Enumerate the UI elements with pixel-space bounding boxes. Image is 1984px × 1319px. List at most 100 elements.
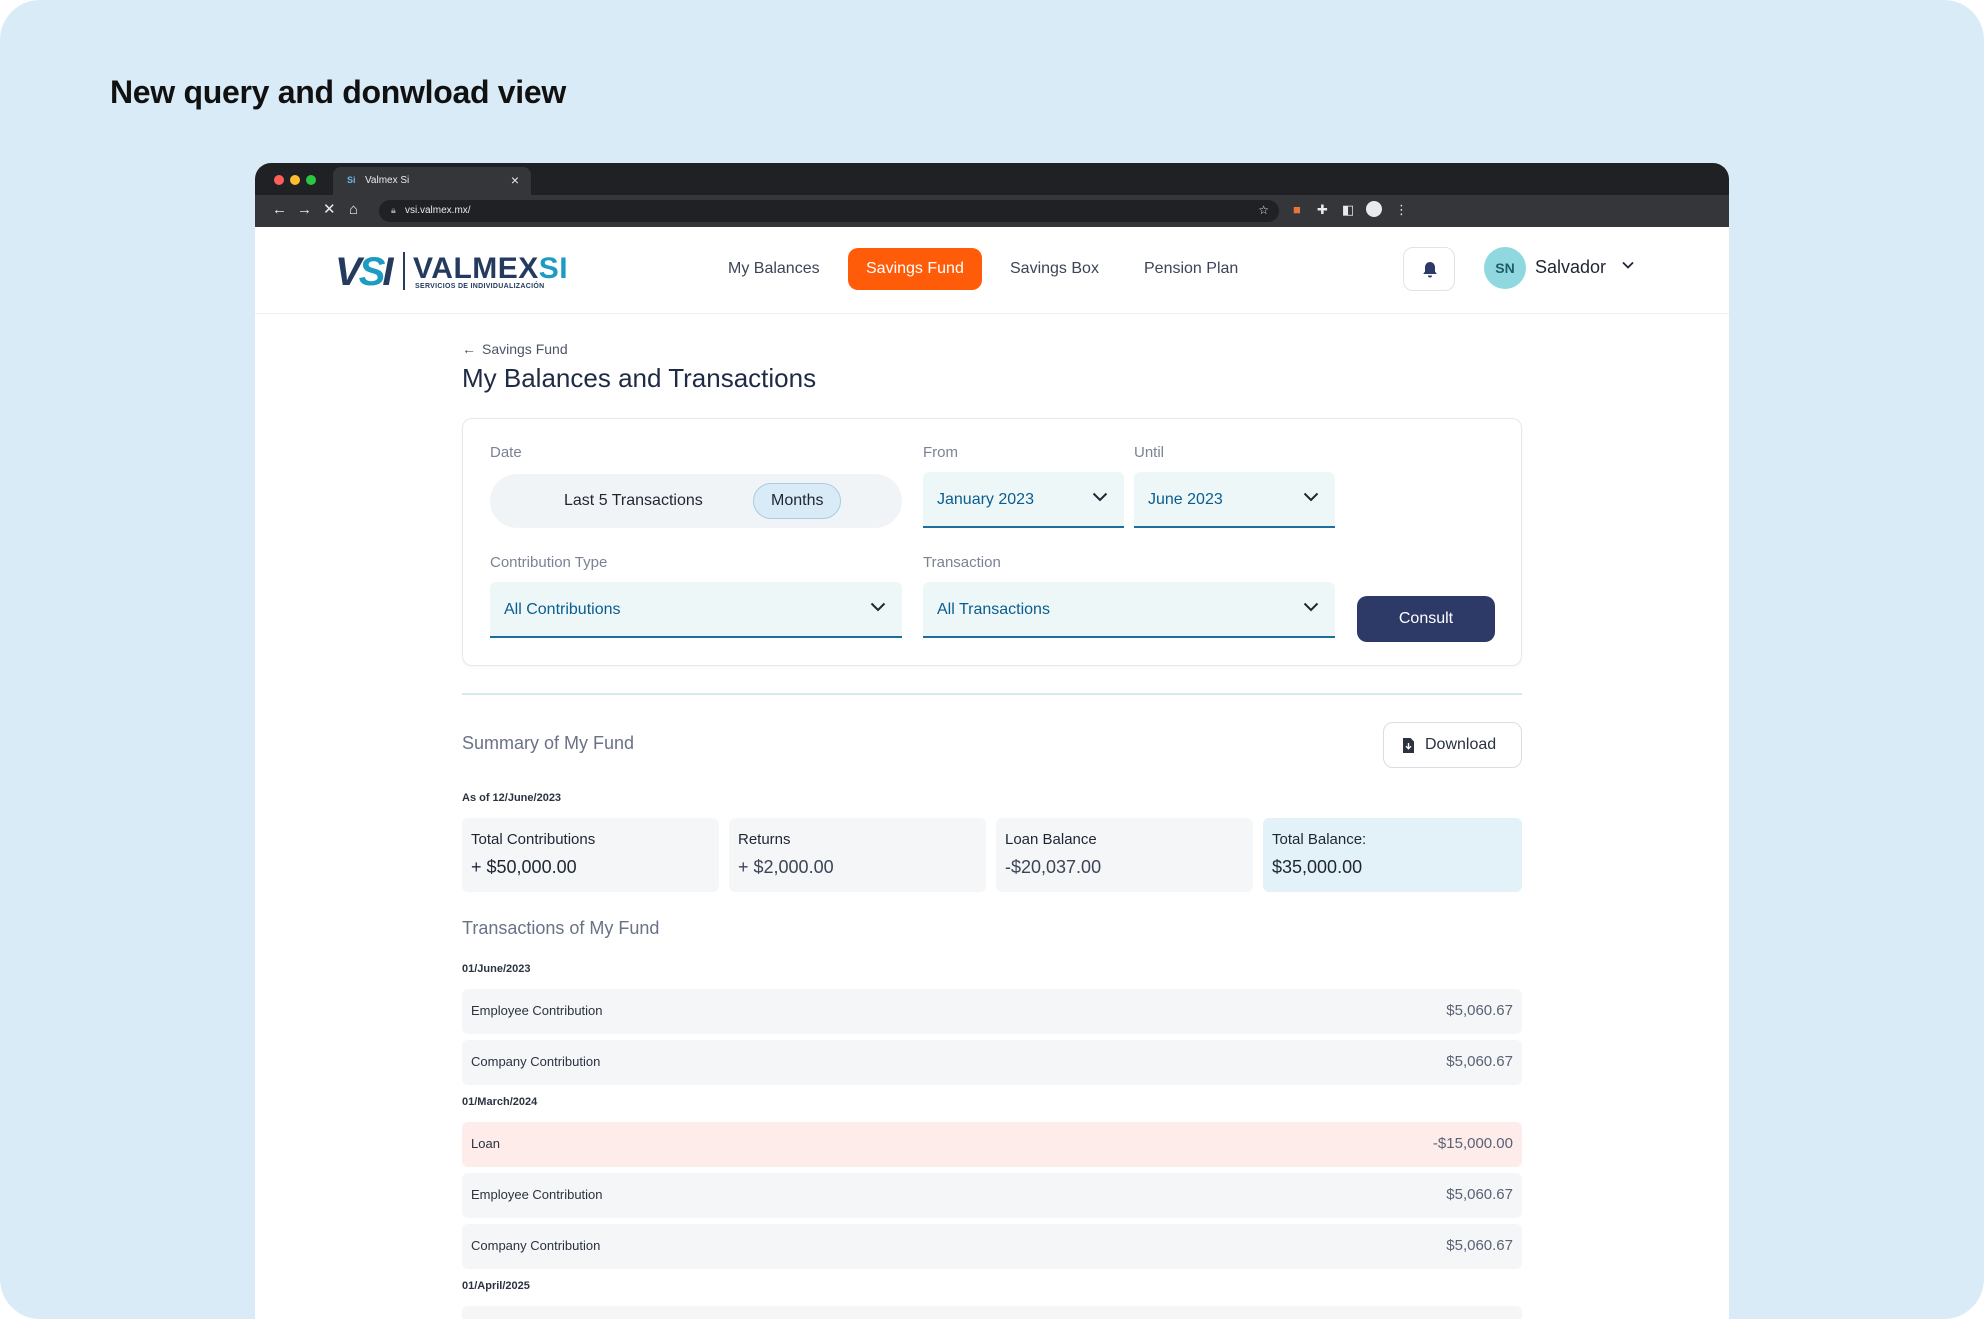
transaction-name: Company Contribution xyxy=(471,1054,601,1069)
browser-tab[interactable]: Si Valmex Si × xyxy=(333,167,531,195)
card-value: + $50,000.00 xyxy=(471,857,577,877)
breadcrumb-back-link[interactable]: ← Savings Fund xyxy=(462,341,568,357)
card-value: -$20,037.00 xyxy=(1005,857,1102,877)
transaction-amount: $5,060.67 xyxy=(1446,1002,1513,1019)
user-avatar[interactable]: SN xyxy=(1484,247,1526,289)
until-label: Until xyxy=(1134,444,1165,461)
card-label: Loan Balance xyxy=(1005,831,1097,848)
nav-savings-box[interactable]: Savings Box xyxy=(1010,260,1099,278)
card-value: $35,000.00 xyxy=(1272,857,1363,877)
transaction-row-loan[interactable]: Loan -$15,000.00 xyxy=(462,1122,1522,1167)
transaction-select[interactable]: All Transactions xyxy=(923,582,1335,638)
logo-mark: VSI xyxy=(335,250,393,294)
transaction-amount: $5,060.67 xyxy=(1446,1237,1513,1254)
logo-tagline: SERVICIOS DE INDIVIDUALIZACIÓN xyxy=(415,283,545,290)
back-arrow-icon: ← xyxy=(462,341,476,357)
transaction-name: Loan xyxy=(471,1136,500,1151)
card-value: + $2,000.00 xyxy=(738,857,834,877)
back-arrow-icon[interactable]: ← xyxy=(272,201,287,219)
transaction-row[interactable]: Employee Contribution $5,060.67 xyxy=(462,1173,1522,1218)
contribution-type-select[interactable]: All Contributions xyxy=(490,582,902,638)
card-label: Total Balance: xyxy=(1272,831,1367,848)
home-icon[interactable]: ⌂ xyxy=(349,201,358,219)
from-value: January 2023 xyxy=(937,491,1034,508)
maximize-window-dot[interactable] xyxy=(306,175,316,185)
transaction-label: Transaction xyxy=(923,554,1001,571)
favicon-icon: Si xyxy=(347,175,356,185)
bell-icon xyxy=(1423,262,1437,278)
until-value: June 2023 xyxy=(1148,491,1223,508)
transaction-row[interactable]: Company Contribution $5,060.67 xyxy=(462,1224,1522,1269)
transactions-title: Transactions of My Fund xyxy=(462,918,660,938)
address-bar[interactable]: 🔒︎ vsi.valmex.mx/ ☆ xyxy=(379,200,1279,222)
browser-window: Si Valmex Si × ← → ✕ ⌂ 🔒︎ vsi.valmex.mx/… xyxy=(255,163,1729,1319)
transaction-amount: -$15,000.00 xyxy=(1432,1135,1513,1152)
transaction-value: All Transactions xyxy=(937,601,1050,618)
summary-card-total-contributions: Total Contributions + $50,000.00 xyxy=(462,818,719,892)
summary-card-returns: Returns + $2,000.00 xyxy=(729,818,986,892)
transaction-name: Employee Contribution xyxy=(471,1003,603,1018)
transaction-name: Employee Contribution xyxy=(471,1187,603,1202)
nav-pension-plan[interactable]: Pension Plan xyxy=(1144,260,1238,278)
option-last-5-transactions[interactable]: Last 5 Transactions xyxy=(564,492,703,510)
side-panel-icon[interactable]: ◧ xyxy=(1342,203,1354,217)
logo-divider xyxy=(403,252,405,290)
close-window-dot[interactable] xyxy=(274,175,284,185)
lock-icon: 🔒︎ xyxy=(391,205,396,215)
forward-arrow-icon[interactable]: → xyxy=(297,201,312,219)
transaction-name: Company Contribution xyxy=(471,1238,601,1253)
option-months[interactable]: Months xyxy=(753,483,842,519)
browser-menu-icon[interactable]: ⋮ xyxy=(1395,203,1408,217)
extensions-puzzle-icon[interactable]: ✚ xyxy=(1317,203,1328,217)
user-name[interactable]: Salvador xyxy=(1535,257,1606,278)
url-text: vsi.valmex.mx/ xyxy=(405,205,471,216)
slide-heading: New query and donwload view xyxy=(110,74,566,110)
date-label: Date xyxy=(490,444,522,461)
download-button[interactable]: Download xyxy=(1383,722,1522,768)
logo-wordmark: VALMEXSI xyxy=(413,252,569,285)
from-month-select[interactable]: January 2023 xyxy=(923,472,1124,528)
until-month-select[interactable]: June 2023 xyxy=(1134,472,1335,528)
transaction-row[interactable]: Employee Contribution $5,060.67 xyxy=(462,989,1522,1034)
transaction-amount: $5,060.67 xyxy=(1446,1053,1513,1070)
consult-button[interactable]: Consult xyxy=(1357,596,1495,642)
bookmark-star-icon[interactable]: ☆ xyxy=(1258,203,1269,217)
transaction-amount: $5,060.67 xyxy=(1446,1186,1513,1203)
contribution-type-value: All Contributions xyxy=(504,601,621,618)
transaction-group-date: 01/March/2024 xyxy=(462,1096,538,1108)
card-label: Returns xyxy=(738,831,791,848)
browser-toolbar: ← → ✕ ⌂ 🔒︎ vsi.valmex.mx/ ☆ ■ ✚ ◧ ⋮ xyxy=(255,195,1729,227)
transaction-row-partial[interactable] xyxy=(462,1306,1522,1319)
transaction-row[interactable]: Company Contribution $5,060.67 xyxy=(462,1040,1522,1085)
notifications-button[interactable] xyxy=(1403,247,1455,291)
stop-loading-icon[interactable]: ✕ xyxy=(323,201,336,219)
chevron-down-icon xyxy=(1303,492,1319,502)
query-filter-card: Date Last 5 Transactions Months From Jan… xyxy=(462,418,1522,666)
date-mode-toggle: Last 5 Transactions Months xyxy=(490,474,902,528)
from-label: From xyxy=(923,444,958,461)
as-of-date: As of 12/June/2023 xyxy=(462,792,562,804)
summary-title: Summary of My Fund xyxy=(462,733,635,753)
contribution-type-label: Contribution Type xyxy=(490,554,608,571)
page-title: My Balances and Transactions xyxy=(462,363,817,393)
chevron-down-icon xyxy=(870,602,886,612)
chevron-down-icon[interactable] xyxy=(1622,261,1634,269)
chevron-down-icon xyxy=(1092,492,1108,502)
transaction-group-date: 01/April/2025 xyxy=(462,1280,530,1292)
transaction-group-date: 01/June/2023 xyxy=(462,963,531,975)
app-header: VSI VALMEXSI SERVICIOS DE INDIVIDUALIZAC… xyxy=(255,227,1729,314)
browser-tab-strip: Si Valmex Si × xyxy=(255,163,1729,195)
presentation-canvas: New query and donwload view Si Valmex Si… xyxy=(0,0,1984,1319)
download-label: Download xyxy=(1425,736,1497,753)
nav-savings-fund[interactable]: Savings Fund xyxy=(848,248,982,290)
file-download-icon xyxy=(1403,738,1414,753)
section-divider xyxy=(462,693,1522,695)
minimize-window-dot[interactable] xyxy=(290,175,300,185)
tab-close-icon[interactable]: × xyxy=(511,172,519,188)
chevron-down-icon xyxy=(1303,602,1319,612)
nav-my-balances[interactable]: My Balances xyxy=(728,260,820,278)
tab-title: Valmex Si xyxy=(365,175,410,186)
summary-card-loan-balance: Loan Balance -$20,037.00 xyxy=(996,818,1253,892)
extension-fox-icon[interactable]: ■ xyxy=(1293,203,1301,217)
profile-avatar-icon[interactable] xyxy=(1366,201,1382,217)
